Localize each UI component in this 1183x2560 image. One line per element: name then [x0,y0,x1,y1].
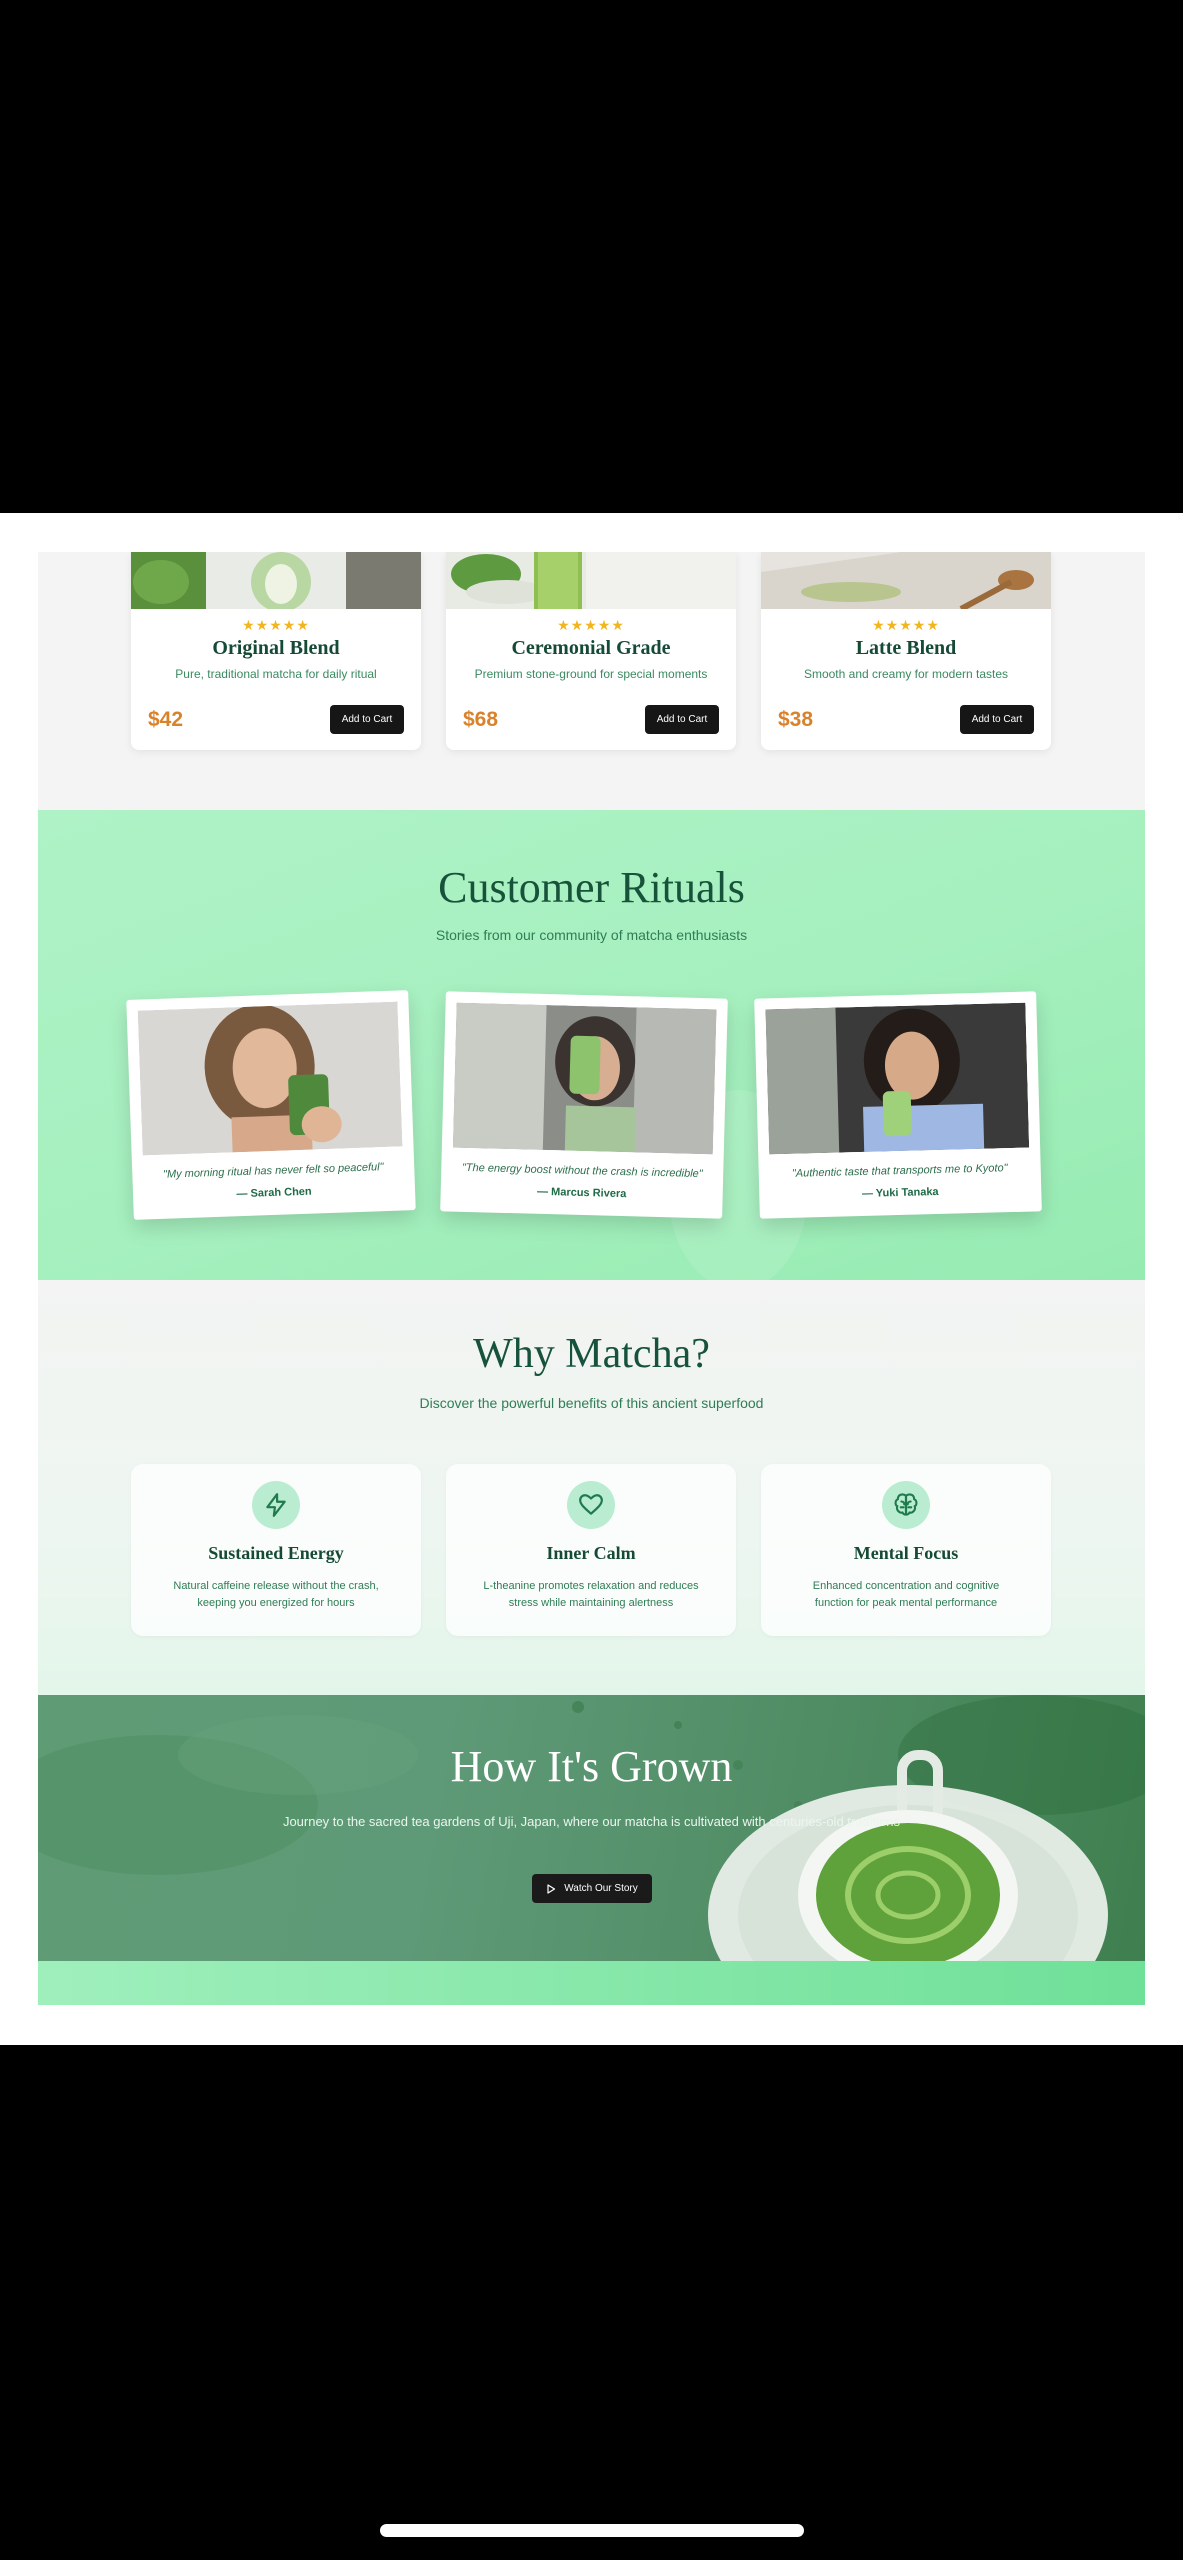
testimonial-quote: "Authentic taste that transports me to K… [791,1162,1008,1180]
section-description: Journey to the sacred tea gardens of Uji… [282,1814,901,1829]
lightning-icon [252,1481,300,1529]
benefit-description: L-theanine promotes relaxation and reduc… [483,1580,699,1609]
benefit-title: Mental Focus [853,1543,959,1563]
benefit-description: Enhanced concentration and cognitive fun… [812,1580,1000,1609]
product-description: Pure, traditional matcha for daily ritua… [175,667,377,681]
customer-rituals-section: Customer Rituals Stories from our commun… [38,810,1145,1280]
watch-story-label: Watch Our Story [564,1883,638,1894]
testimonial-card: "Authentic taste that transports me to K… [754,991,1042,1219]
section-subtitle: Stories from our community of matcha ent… [435,927,748,943]
product-price: $38 [778,708,814,731]
product-name: Latte Blend [855,637,957,659]
rating-stars: ★★★★★ [242,617,310,633]
section-title: Why Matcha? [473,1331,710,1377]
benefit-title: Sustained Energy [208,1543,344,1563]
benefit-card: Inner Calm L-theanine promotes relaxatio… [446,1464,736,1636]
product-price: $68 [463,708,499,731]
product-name: Original Blend [212,637,340,659]
customer-photo [765,1002,1030,1155]
product-card[interactable]: ★★★★★ Latte Blend Smooth and creamy for … [761,552,1051,750]
testimonial-card: "The energy boost without the crash is i… [440,991,728,1219]
watch-story-button[interactable]: Watch Our Story [532,1874,652,1903]
product-description: Premium stone-ground for special moments [474,667,708,681]
testimonial-author: — Sarah Chen [236,1185,312,1201]
add-to-cart-button[interactable]: Add to Cart [645,705,719,734]
testimonial-author: — Marcus Rivera [536,1185,627,1201]
content-frame: ★★★★★ Original Blend Pure, traditional m… [38,552,1145,2005]
customer-photo [452,1002,717,1155]
product-name: Ceremonial Grade [511,637,671,659]
section-subtitle: Discover the powerful benefits of this a… [419,1395,764,1411]
add-to-cart-button[interactable]: Add to Cart [960,705,1034,734]
product-card[interactable]: ★★★★★ Ceremonial Grade Premium stone-gro… [446,552,736,750]
testimonial-card: "My morning ritual has never felt so pea… [126,990,416,1220]
benefit-description: Natural caffeine release without the cra… [173,1580,379,1609]
product-price: $42 [148,708,184,731]
product-image [446,552,736,609]
benefit-card: Mental Focus Enhanced concentration and … [761,1464,1051,1636]
customer-photo [137,1001,403,1156]
rating-stars: ★★★★★ [872,617,940,633]
product-image [761,552,1051,609]
testimonial-author: — Yuki Tanaka [861,1185,939,1200]
section-title: How It's Grown [450,1742,733,1791]
rating-stars: ★★★★★ [557,617,625,633]
play-icon [547,1883,556,1894]
heart-icon [567,1481,615,1529]
testimonial-quote: "My morning ritual has never felt so pea… [162,1161,384,1181]
benefit-title: Inner Calm [546,1543,636,1563]
brain-icon [882,1481,930,1529]
benefit-card: Sustained Energy Natural caffeine releas… [131,1464,421,1636]
section-title: Customer Rituals [438,863,745,912]
footer-strip [38,1961,1145,2005]
product-description: Smooth and creamy for modern tastes [803,667,1009,681]
product-card[interactable]: ★★★★★ Original Blend Pure, traditional m… [131,552,421,750]
how-its-grown-section: How It's Grown Journey to the sacred tea… [38,1695,1145,1961]
home-indicator[interactable] [380,2524,804,2537]
page: ★★★★★ Original Blend Pure, traditional m… [0,513,1183,2045]
product-image [131,552,421,609]
why-matcha-section: Why Matcha? Discover the powerful benefi… [38,1280,1145,1695]
products-section: ★★★★★ Original Blend Pure, traditional m… [38,552,1145,810]
add-to-cart-button[interactable]: Add to Cart [330,705,404,734]
testimonial-quote: "The energy boost without the crash is i… [461,1161,703,1181]
